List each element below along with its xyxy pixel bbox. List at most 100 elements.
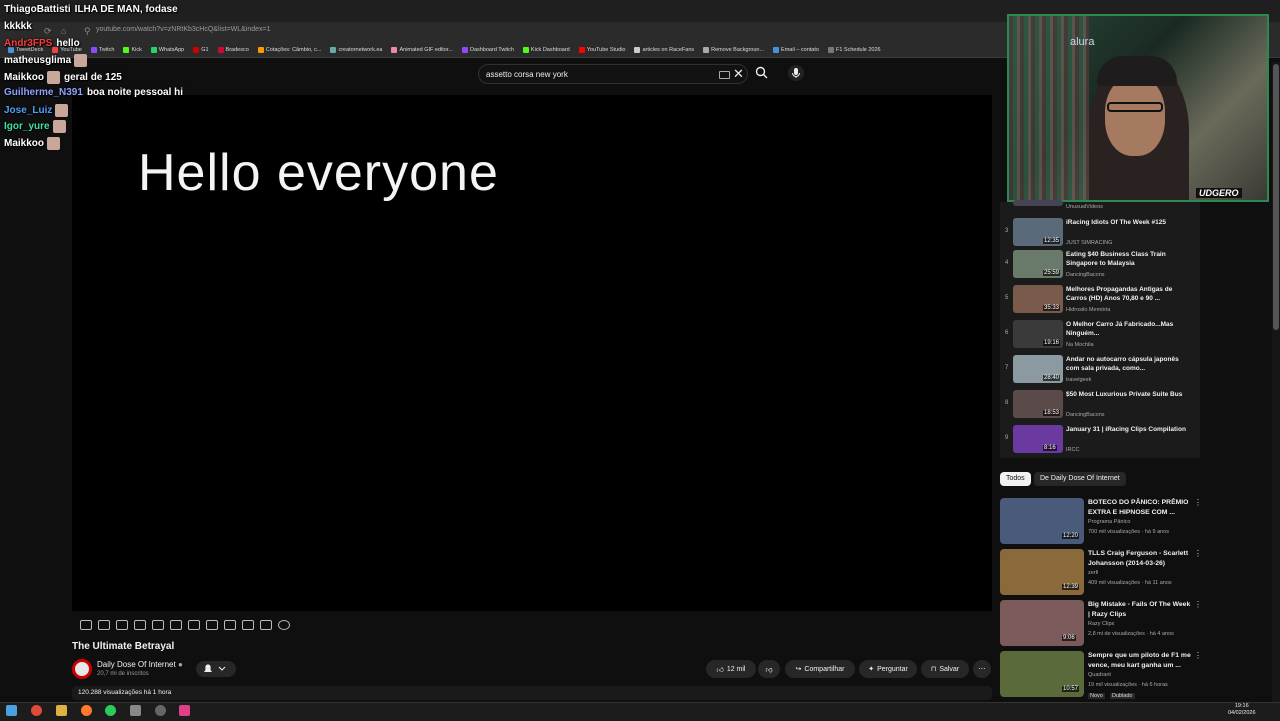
site-info-icon[interactable]: ⚲ xyxy=(84,26,91,37)
theater-icon[interactable] xyxy=(170,620,182,630)
recommended-channel[interactable]: Razy Clips xyxy=(1088,621,1114,627)
more-options-icon[interactable]: ⋮ xyxy=(1194,651,1202,660)
recommended-title[interactable]: BOTECO DO PÂNICO: PRÊMIO EXTRA E HIPNOSE… xyxy=(1088,498,1193,518)
clear-search-icon[interactable]: ✕ xyxy=(733,66,744,82)
bookmark-label[interactable]: Twitch xyxy=(99,47,115,53)
playlist-item[interactable]: UnusualVideos xyxy=(1003,200,1198,212)
bookmark-item[interactable]: Kick Dashboard xyxy=(522,46,570,53)
bookmark-item[interactable]: G1 xyxy=(193,46,209,53)
recommended-title[interactable]: TLLS Craig Ferguson - Scarlett Johansson… xyxy=(1088,549,1193,569)
more-options-icon[interactable]: ⋮ xyxy=(1194,498,1202,507)
bookmark-item[interactable]: Kick xyxy=(123,46,142,53)
search-icon[interactable] xyxy=(755,66,768,84)
start-icon[interactable] xyxy=(6,705,17,716)
save-button[interactable]: ⊓ Salvar xyxy=(921,660,969,678)
playlist-item[interactable]: 8 18:53 $50 Most Luxurious Private Suite B… xyxy=(1003,390,1198,422)
bookmark-item[interactable]: Email – contato xyxy=(773,46,819,53)
bookmark-item[interactable]: YouTube Studio xyxy=(578,46,626,53)
miniplayer-icon[interactable] xyxy=(134,620,146,630)
bookmark-item[interactable]: WhatsApp xyxy=(150,46,184,53)
chrome-icon[interactable] xyxy=(31,705,42,716)
app-icon[interactable] xyxy=(155,705,166,716)
bookmark-label[interactable]: Kick xyxy=(131,47,141,53)
bookmark-label[interactable]: Remove Backgroun... xyxy=(711,47,764,53)
playlist-item[interactable]: 3 12:35 iRacing Idiots Of The Week #125 JUS… xyxy=(1003,218,1198,250)
more-options-icon[interactable]: ⋮ xyxy=(1194,600,1202,609)
channel-name[interactable]: Daily Dose Of Internet ● xyxy=(97,660,183,669)
playlist-item[interactable]: 7 28:40 Andar no autocarro cápsula japonês… xyxy=(1003,355,1198,387)
whatsapp-icon[interactable] xyxy=(105,705,116,716)
bookmark-label[interactable]: Dashboard Twitch xyxy=(470,47,514,53)
chip-channel[interactable]: De Daily Dose Of Internet xyxy=(1034,472,1126,486)
recommended-video[interactable]: 9:06 Big Mistake - Fails Of The Week | Ra… xyxy=(1000,600,1202,648)
bookmark-item[interactable]: Animated GIF editor... xyxy=(391,46,453,53)
bookmark-label[interactable]: articles on RaceFans xyxy=(642,47,694,53)
bookmark-label[interactable]: YouTube Studio xyxy=(587,47,626,53)
like-button[interactable]: 👍︎ 12 mil xyxy=(706,660,756,678)
bookmark-label[interactable]: WhatsApp xyxy=(159,47,184,53)
bookmark-item[interactable]: F1 Schedule 2026 xyxy=(827,46,881,53)
playlist-item[interactable]: 9 8:16 January 31 | iRacing Clips Compilat… xyxy=(1003,425,1198,457)
channel-name-text[interactable]: Daily Dose Of Internet xyxy=(97,660,176,669)
bookmark-label[interactable]: Bradesco xyxy=(226,47,249,53)
more-options-icon[interactable]: ⋮ xyxy=(1194,549,1202,558)
playlist-thumbnail[interactable] xyxy=(1013,200,1063,206)
playlist-title[interactable]: O Melhor Carro Já Fabricado...Mas Ningué… xyxy=(1066,320,1186,338)
playlist-title[interactable]: iRacing Idiots Of The Week #125 xyxy=(1066,218,1186,227)
bookmark-label[interactable]: creatornetwork.ea xyxy=(338,47,382,53)
bookmark-item[interactable]: Remove Backgroun... xyxy=(703,46,764,53)
bookmark-item[interactable]: articles on RaceFans xyxy=(634,46,694,53)
recommended-channel[interactable]: Quadrant xyxy=(1088,672,1111,678)
bookmark-label[interactable]: Kick Dashboard xyxy=(531,47,570,53)
playlist-title[interactable]: Andar no autocarro cápsula japonês com s… xyxy=(1066,355,1186,373)
microphone-icon[interactable] xyxy=(788,65,804,81)
speed-icon[interactable] xyxy=(206,620,218,630)
playlist-title[interactable]: January 31 | iRacing Clips Compilation xyxy=(1066,425,1186,434)
scrollbar-thumb[interactable] xyxy=(1273,64,1279,330)
recommended-channel[interactable]: zerfi xyxy=(1088,570,1098,576)
share-button[interactable]: ↪ Compartilhar xyxy=(785,660,855,678)
sort-icon[interactable] xyxy=(98,620,110,630)
bookmark-label[interactable]: Cotações: Câmbio, c... xyxy=(266,47,322,53)
add-icon[interactable] xyxy=(224,620,236,630)
bookmark-item[interactable]: Bradesco xyxy=(217,46,249,53)
recommended-title[interactable]: Big Mistake - Fails Of The Week | Razy C… xyxy=(1088,600,1193,620)
obs-icon[interactable] xyxy=(130,705,141,716)
window-icon[interactable] xyxy=(188,620,200,630)
playlist-item[interactable]: 5 35:33 Melhores Propagandas Antigas de Ca… xyxy=(1003,285,1198,317)
video-description-box[interactable]: 120.288 visualizações há 1 hora xyxy=(72,686,992,700)
notification-bell-button[interactable] xyxy=(196,661,236,677)
bookmark-label[interactable]: Email – contato xyxy=(781,47,819,53)
bookmark-item[interactable]: Cotações: Câmbio, c... xyxy=(257,46,322,53)
clapper-icon[interactable] xyxy=(152,620,164,630)
screenshot-icon[interactable] xyxy=(242,620,254,630)
more-actions-button[interactable]: ⋯ xyxy=(973,660,991,678)
bookmark-item[interactable]: Twitch xyxy=(90,46,115,53)
search-query[interactable]: assetto corsa new york xyxy=(486,70,568,79)
recommended-video[interactable]: 12:20 BOTECO DO PÂNICO: PRÊMIO EXTRA E HI… xyxy=(1000,498,1202,546)
playlist-title[interactable]: Eating $40 Business Class Train Singapor… xyxy=(1066,250,1186,268)
pink-app-icon[interactable] xyxy=(179,705,190,716)
chip-all[interactable]: Todos xyxy=(1000,472,1031,486)
recommended-title[interactable]: Sempre que um piloto de F1 me vence, meu… xyxy=(1088,651,1193,671)
channel-avatar[interactable] xyxy=(72,659,92,679)
home-icon[interactable]: ⌂ xyxy=(61,26,66,36)
flask-icon[interactable] xyxy=(260,620,272,630)
playlist-title[interactable]: $50 Most Luxurious Private Suite Bus xyxy=(1066,390,1186,399)
address-url[interactable]: youtube.com/watch?v=zNRtKb3cHcQ&list=WL&… xyxy=(96,26,271,33)
folder-icon[interactable] xyxy=(56,705,67,716)
bookmark-label[interactable]: Animated GIF editor... xyxy=(399,47,453,53)
audio-icon[interactable] xyxy=(116,620,128,630)
keyboard-icon[interactable] xyxy=(719,71,730,79)
ask-button[interactable]: ✦ Perguntar xyxy=(859,660,917,678)
recommended-video[interactable]: 10:57 Sempre que um piloto de F1 me vence… xyxy=(1000,651,1202,699)
reload-icon[interactable]: ⟳ xyxy=(44,26,52,37)
recommended-video[interactable]: 12:39 TLLS Craig Ferguson - Scarlett Joha… xyxy=(1000,549,1202,597)
playlist-title[interactable]: Melhores Propagandas Antigas de Carros (… xyxy=(1066,285,1186,303)
recommended-channel[interactable]: Programa Pânico xyxy=(1088,519,1131,525)
dislike-button[interactable]: 👎︎ xyxy=(758,660,780,678)
bookmark-label[interactable]: F1 Schedule 2026 xyxy=(836,47,881,53)
bookmark-item[interactable]: Dashboard Twitch xyxy=(461,46,514,53)
bookmark-item[interactable]: creatornetwork.ea xyxy=(330,46,382,53)
firefox-icon[interactable] xyxy=(81,705,92,716)
